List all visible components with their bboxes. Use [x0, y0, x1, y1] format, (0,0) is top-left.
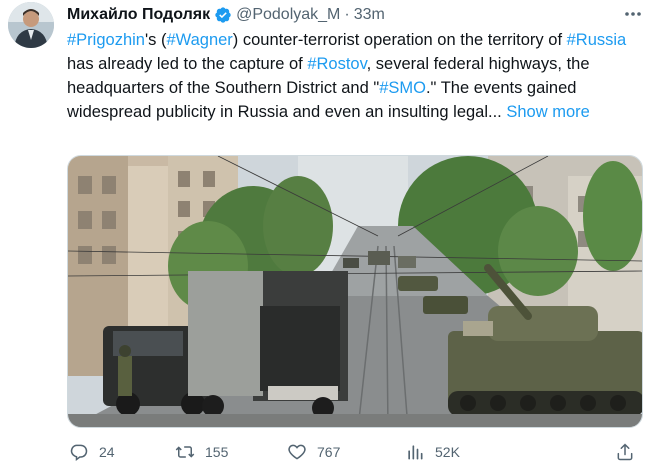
retweet-button[interactable]: 155	[175, 440, 228, 464]
text-segment: ) counter-terrorist operation on the ter…	[232, 31, 567, 49]
author-handle[interactable]: @Podolyak_M	[236, 6, 340, 24]
tweet-photo[interactable]	[67, 155, 643, 428]
retweet-count: 155	[205, 444, 229, 460]
hashtag-smo[interactable]: #SMO	[379, 79, 426, 97]
tweet-text: #Prigozhin's (#Wagner) counter-terrorist…	[67, 28, 637, 124]
views-button[interactable]: 52K	[405, 440, 460, 464]
like-icon	[288, 444, 306, 460]
retweet-icon	[175, 446, 195, 458]
hashtag-rostov[interactable]: #Rostov	[307, 55, 366, 73]
like-button[interactable]: 767	[287, 440, 340, 464]
reply-icon	[70, 444, 88, 461]
text-segment: 's (	[144, 31, 167, 49]
separator-dot: ·	[344, 6, 350, 23]
reply-button[interactable]: 24	[69, 440, 115, 464]
like-count: 767	[317, 444, 341, 460]
share-button[interactable]	[615, 440, 645, 464]
reply-count: 24	[99, 444, 115, 460]
tweet-header: Михайло Подоляк @Podolyak_M · 33m	[67, 4, 385, 26]
tweet: Михайло Подоляк @Podolyak_M · 33m #Prigo…	[0, 0, 650, 473]
author-name[interactable]: Михайло Подоляк	[67, 6, 210, 24]
hashtag-prigozhin[interactable]: #Prigozhin	[67, 31, 145, 49]
show-more-link[interactable]: Show more	[506, 103, 589, 121]
text-segment: has already led to the capture of	[67, 55, 308, 73]
action-bar: 24 155 767 52K	[67, 440, 643, 464]
verified-badge-icon	[215, 7, 231, 23]
views-icon	[408, 445, 423, 460]
hashtag-russia[interactable]: #Russia	[567, 31, 627, 49]
more-icon[interactable]	[622, 5, 644, 23]
views-count: 52K	[435, 444, 460, 460]
share-icon	[617, 443, 633, 461]
avatar[interactable]	[8, 2, 54, 48]
hashtag-wagner[interactable]: #Wagner	[166, 31, 232, 49]
timestamp[interactable]: 33m	[354, 6, 385, 24]
